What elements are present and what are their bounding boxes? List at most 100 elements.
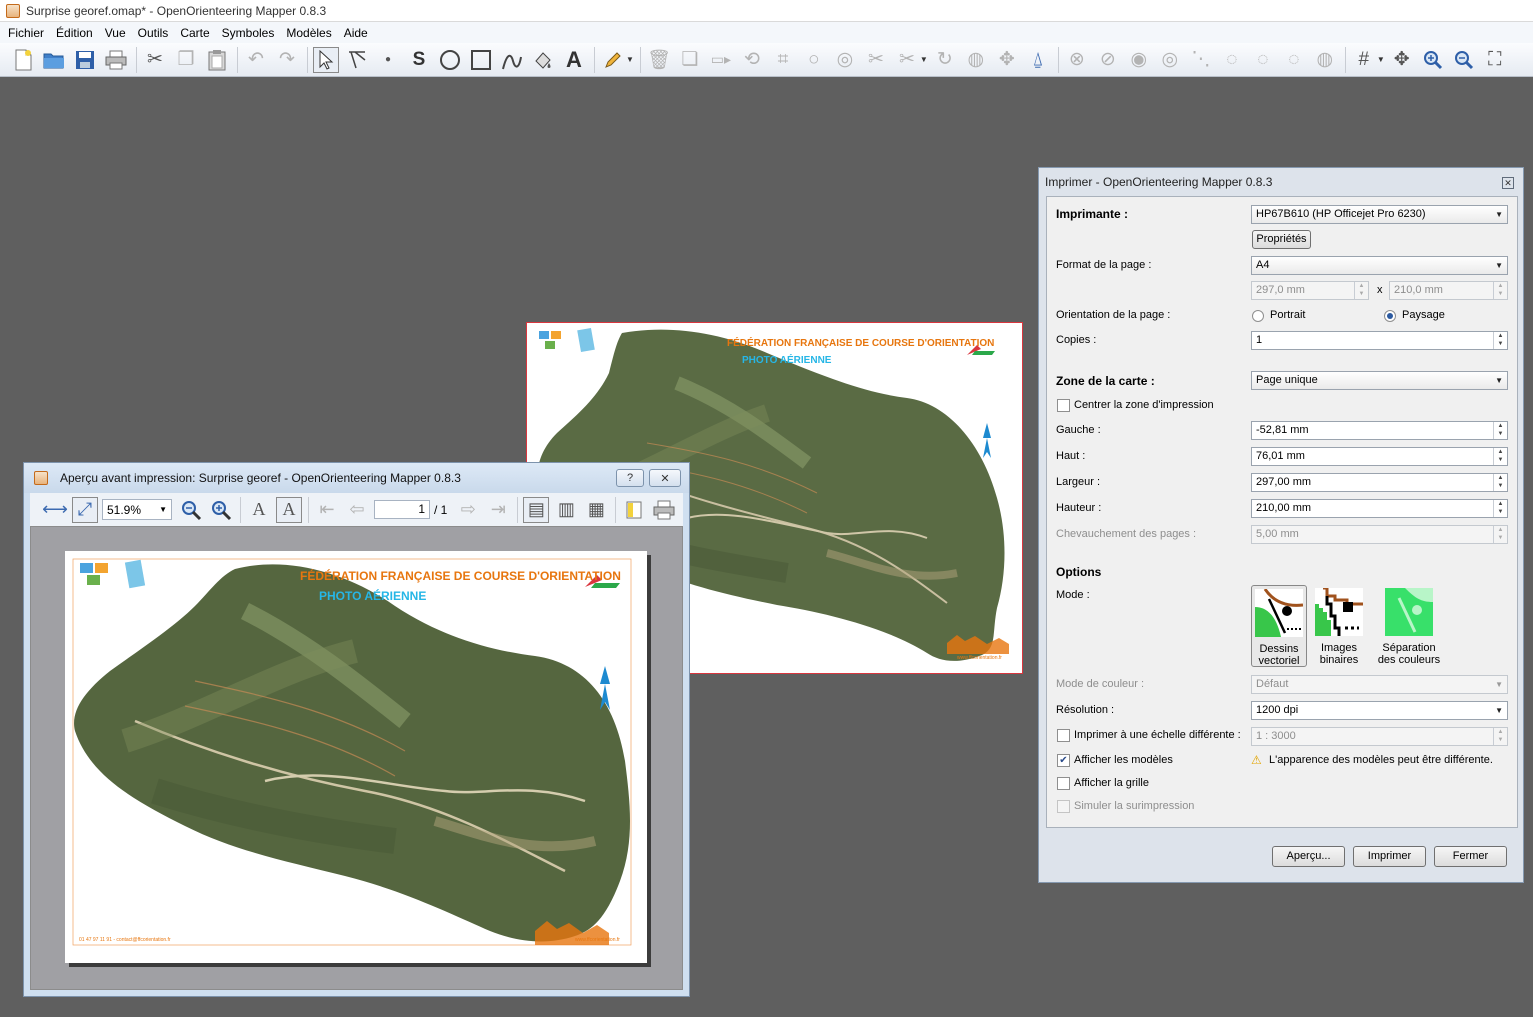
rotate-icon[interactable]: ↻ bbox=[932, 47, 958, 73]
zoom-in-icon[interactable] bbox=[208, 497, 234, 523]
draw-freehand-icon[interactable] bbox=[499, 47, 525, 73]
first-page-icon[interactable]: ⇤ bbox=[314, 497, 340, 523]
landscape-icon[interactable]: A bbox=[276, 496, 302, 523]
grid-icon[interactable]: # bbox=[1351, 47, 1377, 73]
save-icon[interactable] bbox=[72, 47, 98, 73]
previous-page-icon[interactable]: ⇦ bbox=[344, 497, 370, 523]
help-button[interactable]: ? bbox=[616, 469, 644, 487]
menu-symbols[interactable]: Symboles bbox=[216, 26, 281, 40]
rotate-pattern-icon[interactable]: ⟲ bbox=[739, 47, 765, 73]
zoom-out-icon[interactable] bbox=[178, 497, 204, 523]
close-button[interactable]: ✕ bbox=[649, 469, 681, 487]
circle-icon[interactable]: ○ bbox=[801, 47, 827, 73]
union-icon[interactable]: ◌ bbox=[1250, 47, 1276, 73]
landscape-radio[interactable] bbox=[1384, 310, 1396, 322]
cut-icon[interactable]: ✂ bbox=[142, 47, 168, 73]
scale-field[interactable]: 1 : 3000 ▲ ▼ bbox=[1251, 727, 1508, 746]
fit-width-icon[interactable]: ⟷ bbox=[42, 497, 68, 523]
copy-icon[interactable]: ❐ bbox=[173, 47, 199, 73]
mode-vector-button[interactable]: Dessins vectoriel bbox=[1251, 585, 1307, 667]
fill-icon[interactable] bbox=[530, 47, 556, 73]
menu-file[interactable]: Fichier bbox=[2, 26, 50, 40]
switch-symbol-icon[interactable]: ▭▸ bbox=[708, 47, 734, 73]
union-icon[interactable]: ⊗ bbox=[1064, 47, 1090, 73]
color-mode-combo[interactable]: Défaut bbox=[1251, 675, 1508, 694]
scissors-icon[interactable]: ✂ bbox=[894, 47, 920, 73]
open-file-icon[interactable] bbox=[41, 47, 67, 73]
show-grid-checkbox[interactable] bbox=[1057, 777, 1070, 790]
printer-combo[interactable]: HP67B610 (HP Officejet Pro 6230) bbox=[1251, 205, 1508, 224]
union-icon[interactable]: ◍ bbox=[1312, 47, 1338, 73]
facing-pages-icon[interactable]: ▥ bbox=[553, 497, 579, 523]
duplicate-icon[interactable]: ❏ bbox=[677, 47, 703, 73]
preview-button[interactable]: Aperçu... bbox=[1272, 846, 1345, 867]
redo-icon[interactable]: ↷ bbox=[274, 47, 300, 73]
chevron-down-icon[interactable]: ▼ bbox=[920, 55, 928, 64]
pencil-icon[interactable] bbox=[600, 47, 626, 73]
center-area-checkbox[interactable] bbox=[1057, 399, 1070, 412]
edit-lines-icon[interactable] bbox=[344, 47, 370, 73]
next-page-icon[interactable]: ⇨ bbox=[455, 497, 481, 523]
cut-icon[interactable]: ✂ bbox=[863, 47, 889, 73]
draw-rectangle-icon[interactable] bbox=[468, 47, 494, 73]
scale-icon[interactable]: ◍ bbox=[963, 47, 989, 73]
portrait-icon[interactable]: A bbox=[246, 497, 272, 523]
overlap-field[interactable]: 5,00 mm ▲ ▼ bbox=[1251, 525, 1508, 544]
mode-raster-button[interactable]: Images binaires bbox=[1311, 585, 1367, 666]
zoom-combo[interactable]: 51.9% ▼ bbox=[102, 499, 172, 520]
zoom-in-icon[interactable] bbox=[1420, 47, 1446, 73]
print-icon[interactable] bbox=[651, 497, 677, 523]
last-page-icon[interactable]: ⇥ bbox=[485, 497, 511, 523]
close-button[interactable]: Fermer bbox=[1434, 846, 1507, 867]
pan-icon[interactable]: ✥ bbox=[1389, 47, 1415, 73]
union-icon[interactable]: ◎ bbox=[832, 47, 858, 73]
cut-hole-icon[interactable]: ⌗ bbox=[770, 47, 796, 73]
move-icon[interactable]: ✥ bbox=[994, 47, 1020, 73]
fit-page-icon[interactable]: ⤢ bbox=[72, 496, 98, 523]
portrait-radio[interactable] bbox=[1252, 310, 1264, 322]
draw-circle-icon[interactable] bbox=[437, 47, 463, 73]
mode-separation-button[interactable]: Séparation des couleurs bbox=[1377, 585, 1441, 666]
new-file-icon[interactable] bbox=[10, 47, 36, 73]
fullscreen-icon[interactable]: ⛶ bbox=[1482, 47, 1508, 73]
draw-path-icon[interactable]: S bbox=[406, 47, 432, 73]
undo-icon[interactable]: ↶ bbox=[243, 47, 269, 73]
top-field[interactable]: 76,01 mm ▲ ▼ bbox=[1251, 447, 1508, 466]
different-scale-checkbox[interactable] bbox=[1057, 729, 1070, 742]
print-button[interactable]: Imprimer bbox=[1353, 846, 1426, 867]
edit-objects-icon[interactable] bbox=[313, 46, 339, 73]
circle-icon[interactable]: ◎ bbox=[1157, 47, 1183, 73]
menu-map[interactable]: Carte bbox=[174, 26, 215, 40]
menu-tools[interactable]: Outils bbox=[132, 26, 175, 40]
page-height-field[interactable]: 210,0 mm ▲ ▼ bbox=[1389, 281, 1508, 300]
all-pages-icon[interactable]: ▦ bbox=[583, 497, 609, 523]
chevron-down-icon[interactable]: ▼ bbox=[1377, 55, 1385, 64]
width-field[interactable]: 297,00 mm ▲ ▼ bbox=[1251, 473, 1508, 492]
difference-icon[interactable]: ⊘ bbox=[1095, 47, 1121, 73]
menu-templates[interactable]: Modèles bbox=[280, 26, 337, 40]
zoom-out-icon[interactable] bbox=[1451, 47, 1477, 73]
page-format-combo[interactable]: A4 bbox=[1251, 256, 1508, 275]
simulate-overprint-checkbox[interactable] bbox=[1057, 800, 1070, 813]
delete-icon[interactable]: 🗑 bbox=[646, 47, 672, 73]
draw-point-icon[interactable]: ● bbox=[375, 47, 401, 73]
copies-field[interactable]: 1 ▲ ▼ bbox=[1251, 331, 1508, 350]
paste-icon[interactable] bbox=[204, 47, 230, 73]
left-field[interactable]: -52,81 mm ▲ ▼ bbox=[1251, 421, 1508, 440]
print-icon[interactable] bbox=[103, 47, 129, 73]
resolution-combo[interactable]: 1200 dpi bbox=[1251, 701, 1508, 720]
page-number-input[interactable]: 1 bbox=[374, 500, 430, 519]
show-templates-checkbox[interactable]: ✔ bbox=[1057, 754, 1070, 767]
single-page-icon[interactable]: ▤ bbox=[523, 496, 550, 523]
union-icon[interactable]: ◌ bbox=[1219, 47, 1245, 73]
close-icon[interactable]: ✕ bbox=[1502, 177, 1514, 189]
menu-view[interactable]: Vue bbox=[99, 26, 132, 40]
measure-icon[interactable]: ⍙ bbox=[1025, 47, 1051, 73]
height-field[interactable]: 210,00 mm ▲ ▼ bbox=[1251, 499, 1508, 518]
properties-button[interactable]: Propriétés bbox=[1252, 230, 1311, 249]
chevron-down-icon[interactable]: ▼ bbox=[626, 55, 634, 64]
draw-text-icon[interactable]: A bbox=[561, 47, 587, 73]
map-area-combo[interactable]: Page unique bbox=[1251, 371, 1508, 390]
page-width-field[interactable]: 297,0 mm ▲ ▼ bbox=[1251, 281, 1369, 300]
dotted-line-icon[interactable]: ⋱ bbox=[1188, 47, 1214, 73]
